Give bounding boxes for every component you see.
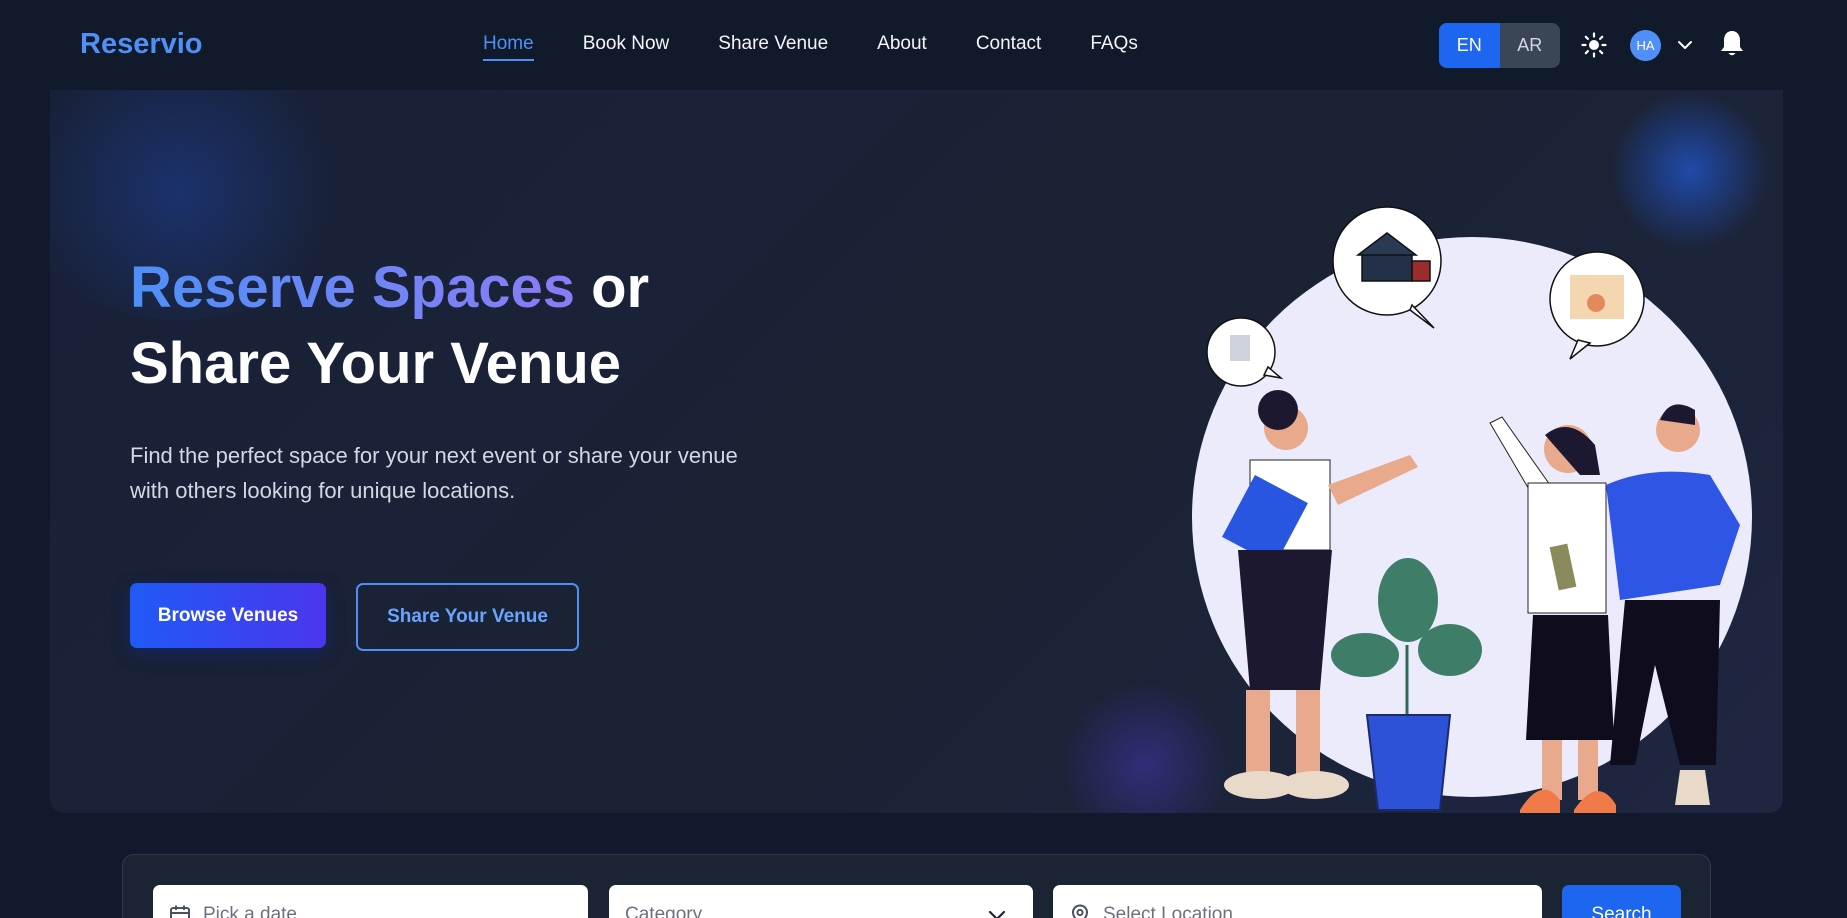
hero-title: Reserve Spaces or Share Your Venue xyxy=(130,250,649,402)
lang-ar-button[interactable]: AR xyxy=(1500,23,1561,68)
nav-link-share-venue[interactable]: Share Venue xyxy=(718,33,828,61)
chevron-down-icon[interactable] xyxy=(1676,36,1694,54)
brand-logo[interactable]: Reservio xyxy=(80,28,203,61)
location-placeholder: Select Location xyxy=(1103,904,1233,918)
hero-section: Reserve Spaces or Share Your Venue Find … xyxy=(50,90,1783,813)
chevron-down-icon xyxy=(988,910,1006,918)
search-panel: Pick a date Category Select Location Sea… xyxy=(122,854,1711,918)
nav-link-faqs[interactable]: FAQs xyxy=(1090,33,1138,61)
search-button[interactable]: Search xyxy=(1562,885,1681,918)
location-select[interactable]: Select Location xyxy=(1053,885,1542,918)
main-nav: Home Book Now Share Venue About Contact … xyxy=(483,33,1187,61)
lang-en-button[interactable]: EN xyxy=(1439,23,1500,68)
category-placeholder: Category xyxy=(625,904,703,918)
navbar: Reservio Home Book Now Share Venue About… xyxy=(0,0,1847,88)
calendar-icon xyxy=(170,905,190,918)
nav-link-book-now[interactable]: Book Now xyxy=(583,33,670,61)
hero-title-highlight: Reserve Spaces xyxy=(130,255,575,320)
location-pin-icon xyxy=(1071,904,1089,918)
hero-title-line2: Share Your Venue xyxy=(130,331,622,396)
nav-link-home[interactable]: Home xyxy=(483,33,534,61)
nav-link-about[interactable]: About xyxy=(877,33,927,61)
avatar[interactable]: HA xyxy=(1630,30,1661,61)
bell-icon[interactable] xyxy=(1719,29,1745,59)
date-picker[interactable]: Pick a date xyxy=(153,885,588,918)
hero-title-or: or xyxy=(575,255,650,320)
share-your-venue-button[interactable]: Share Your Venue xyxy=(356,583,579,651)
hero-illustration xyxy=(1192,206,1752,813)
browse-venues-button[interactable]: Browse Venues xyxy=(130,583,326,648)
language-switch: EN AR xyxy=(1439,23,1560,68)
nav-link-contact[interactable]: Contact xyxy=(976,33,1041,61)
date-placeholder: Pick a date xyxy=(203,904,297,918)
sun-icon[interactable] xyxy=(1581,32,1607,58)
hero-subtitle: Find the perfect space for your next eve… xyxy=(130,443,738,503)
category-select[interactable]: Category xyxy=(609,885,1033,918)
